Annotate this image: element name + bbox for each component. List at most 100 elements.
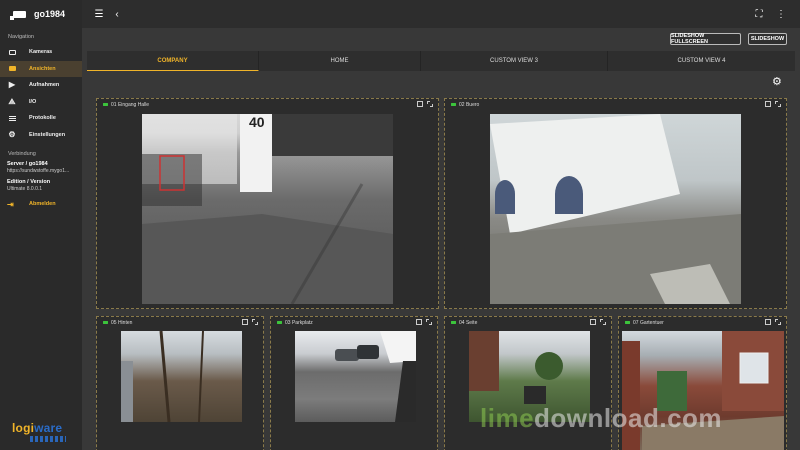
camera-name: 07 Gartentuer — [633, 319, 664, 326]
tab-company[interactable]: COMPANY — [87, 51, 259, 71]
camera-cell[interactable]: 03 Parkplatz — [270, 316, 438, 450]
slideshow-button[interactable]: SLIDESHOW — [748, 33, 787, 45]
camera-video — [121, 331, 242, 422]
server-label: Server / go1984 — [7, 161, 48, 167]
more-vertical-icon[interactable]: ⋮ — [774, 7, 788, 21]
camera-header: 02 Buero — [445, 99, 786, 110]
live-indicator-icon — [625, 321, 630, 324]
logiware-logo: logiware — [12, 421, 63, 435]
top-bar: ☰ ‹ ⛶ ⋮ — [82, 0, 800, 28]
expand-icon[interactable] — [426, 319, 432, 325]
camera-header: 07 Gartentuer — [619, 317, 786, 328]
tab-custom-view-4[interactable]: CUSTOM VIEW 4 — [608, 51, 795, 71]
io-icon: ⟁ — [8, 96, 16, 106]
camera-logo-icon — [10, 9, 28, 20]
sidebar-item-label: Protokolle — [29, 115, 56, 122]
slideshow-fullscreen-button[interactable]: SLIDESHOW FULLSCREEN — [670, 33, 741, 45]
view-tabs: COMPANY HOME CUSTOM VIEW 3 CUSTOM VIEW 4 — [87, 51, 795, 71]
snapshot-icon[interactable] — [416, 319, 422, 325]
sidebar-item-aufnahmen[interactable]: ▶ Aufnahmen — [0, 77, 82, 94]
sidebar-item-ansichten[interactable]: Ansichten — [0, 60, 82, 77]
expand-icon[interactable] — [427, 101, 433, 107]
camera-tools — [242, 319, 258, 325]
fullscreen-icon[interactable]: ⛶ — [752, 7, 766, 21]
camera-icon — [7, 48, 17, 56]
camera-cell[interactable]: 01 Eingang Halle 40 — [96, 98, 439, 309]
sidebar-item-kameras[interactable]: Kameras — [0, 44, 82, 61]
nav-heading: Navigation — [8, 34, 34, 40]
camera-header: 03 Parkplatz — [271, 317, 437, 328]
camera-name: 03 Parkplatz — [285, 319, 313, 326]
menu-icon[interactable]: ☰ — [92, 7, 106, 21]
watermark-text: limedownload.com — [480, 403, 723, 433]
main-content: SLIDESHOW FULLSCREEN SLIDESHOW COMPANY H… — [82, 28, 800, 450]
hall-scene — [142, 114, 393, 304]
camera-tools — [765, 319, 781, 325]
camera-tools — [416, 319, 432, 325]
camera-overlay-number: 40 — [249, 114, 265, 130]
logout-label: Abmelden — [29, 201, 56, 207]
logout-button[interactable]: ⇥ Abmelden — [0, 197, 82, 211]
camera-header: 05 Hinten — [97, 317, 263, 328]
expand-icon[interactable] — [775, 101, 781, 107]
camera-video: 40 — [142, 114, 393, 304]
live-indicator-icon — [103, 103, 108, 106]
expand-icon[interactable] — [600, 319, 606, 325]
expand-icon[interactable] — [252, 319, 258, 325]
sidebar: go1984 Navigation Kameras Ansichten ▶ Au… — [0, 0, 82, 450]
camera-name: 04 Seite — [459, 319, 478, 326]
logo-dots-decoration — [30, 436, 66, 442]
snapshot-icon[interactable] — [590, 319, 596, 325]
expand-icon[interactable] — [775, 319, 781, 325]
parking-scene — [335, 331, 416, 422]
sidebar-item-label: Kameras — [29, 49, 53, 56]
recordings-icon: ▶ — [8, 80, 16, 90]
connection-heading: Verbindung — [8, 151, 36, 157]
tent-scene — [490, 114, 741, 304]
live-indicator-icon — [103, 321, 108, 324]
edition-label: Edition / Version — [7, 179, 51, 185]
camera-tools — [765, 101, 781, 107]
tab-home[interactable]: HOME — [259, 51, 421, 71]
sidebar-item-label: Einstellungen — [29, 131, 66, 138]
camera-video — [295, 331, 416, 422]
edition-info: Edition / Version Ultimate 8.0.0.1 — [0, 179, 82, 193]
brand-header: go1984 — [0, 0, 82, 28]
live-indicator-icon — [277, 321, 282, 324]
tab-custom-view-3[interactable]: CUSTOM VIEW 3 — [421, 51, 608, 71]
camera-name: 01 Eingang Halle — [111, 101, 150, 108]
log-icon — [7, 114, 17, 122]
snapshot-icon[interactable] — [765, 101, 771, 107]
logout-icon: ⇥ — [7, 199, 14, 209]
app-title: go1984 — [34, 9, 66, 19]
camera-name: 05 Hinten — [111, 319, 133, 326]
chevron-left-icon[interactable]: ‹ — [110, 7, 124, 21]
camera-header: 01 Eingang Halle — [97, 99, 438, 110]
garden-scene — [121, 331, 204, 422]
live-indicator-icon — [451, 321, 456, 324]
sidebar-item-label: Aufnahmen — [29, 82, 60, 89]
camera-cell[interactable]: 02 Buero — [444, 98, 787, 309]
live-indicator-icon — [451, 103, 456, 106]
gear-icon: ⚙ — [8, 129, 16, 139]
server-info: Server / go1984 https://sundwstoffe.mygo… — [0, 161, 82, 175]
camera-name: 02 Buero — [459, 101, 480, 108]
camera-video — [490, 114, 741, 304]
camera-tools — [417, 101, 433, 107]
sidebar-item-label: Ansichten — [29, 65, 56, 72]
snapshot-icon[interactable] — [765, 319, 771, 325]
snapshot-icon[interactable] — [417, 101, 423, 107]
sidebar-item-einstellungen[interactable]: ⚙ Einstellungen — [0, 127, 82, 144]
edition-value: Ultimate 8.0.0.1 — [7, 186, 43, 192]
server-value: https://sundwstoffe.mygo1... — [7, 168, 70, 174]
camera-cell[interactable]: 05 Hinten — [96, 316, 264, 450]
snapshot-icon[interactable] — [242, 319, 248, 325]
app-window: go1984 Navigation Kameras Ansichten ▶ Au… — [0, 0, 800, 450]
camera-header: 04 Seite — [445, 317, 611, 328]
camera-tools — [590, 319, 606, 325]
sidebar-item-io[interactable]: ⟁ I/O — [0, 94, 82, 111]
view-settings-gear-icon[interactable]: ⚙ — [772, 75, 784, 88]
sidebar-item-label: I/O — [29, 98, 37, 105]
sidebar-item-protokolle[interactable]: Protokolle — [0, 110, 82, 127]
views-icon — [7, 65, 17, 73]
